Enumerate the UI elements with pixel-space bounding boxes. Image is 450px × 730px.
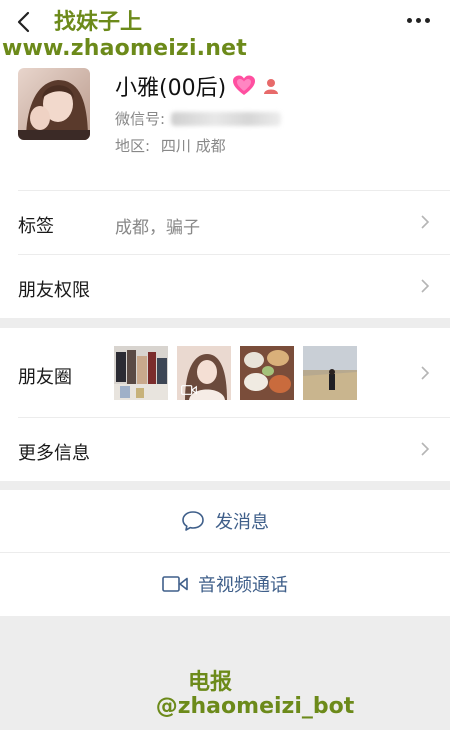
section-gap (0, 318, 450, 328)
more-info-label: 更多信息 (18, 443, 90, 464)
more-info-row[interactable]: 更多信息 (0, 418, 450, 480)
avatar[interactable] (18, 68, 90, 140)
tags-label: 标签 (18, 216, 54, 237)
watermark-url: www.zhaomeizi.net (2, 36, 247, 61)
tags-value: 成都，骗子 (115, 218, 200, 238)
moment-photo[interactable] (240, 346, 294, 400)
chat-bubble-icon (182, 511, 204, 531)
region-value: 四川 成都 (160, 137, 226, 155)
wechat-id-redacted (171, 111, 282, 126)
chevron-left-icon[interactable] (14, 10, 34, 34)
profile-name: 小雅(00后) (115, 76, 227, 101)
pink-heart-icon (233, 75, 256, 95)
profile-name-row: 小雅(00后) (115, 70, 280, 102)
av-call-label: 音视频通话 (198, 575, 288, 596)
section-gap (0, 481, 450, 490)
wechat-id-label: 微信号: (115, 110, 166, 128)
more-dots-icon[interactable] (407, 18, 430, 23)
moments-label: 朋友圈 (18, 367, 72, 388)
video-icon (181, 385, 197, 395)
send-message-button[interactable]: 发消息 (0, 490, 450, 552)
friend-permissions-row[interactable]: 朋友权限 (0, 255, 450, 317)
moment-photo[interactable] (114, 346, 168, 400)
tags-row[interactable]: 标签 成都，骗子 (0, 191, 450, 253)
female-icon (264, 79, 279, 94)
chevron-right-icon (421, 442, 430, 456)
moment-photo[interactable] (303, 346, 357, 400)
watermark-telegram-handle: @zhaomeizi_bot (155, 694, 355, 719)
friend-permissions-label: 朋友权限 (18, 280, 90, 301)
chevron-right-icon (421, 366, 430, 380)
chevron-right-icon (421, 279, 430, 293)
send-message-label: 发消息 (215, 512, 269, 533)
av-call-button[interactable]: 音视频通话 (0, 553, 450, 615)
chevron-right-icon (421, 215, 430, 229)
video-camera-icon (162, 576, 188, 592)
moments-thumbnails (114, 346, 357, 400)
watermark-telegram-label: 电报 (187, 670, 232, 695)
watermark-title: 找妹子上 (54, 10, 143, 35)
wechat-id-row: 微信号: (115, 108, 282, 129)
region-row: 地区: 四川 成都 (115, 135, 226, 156)
region-label: 地区: (115, 137, 151, 155)
moment-video[interactable] (177, 346, 231, 400)
